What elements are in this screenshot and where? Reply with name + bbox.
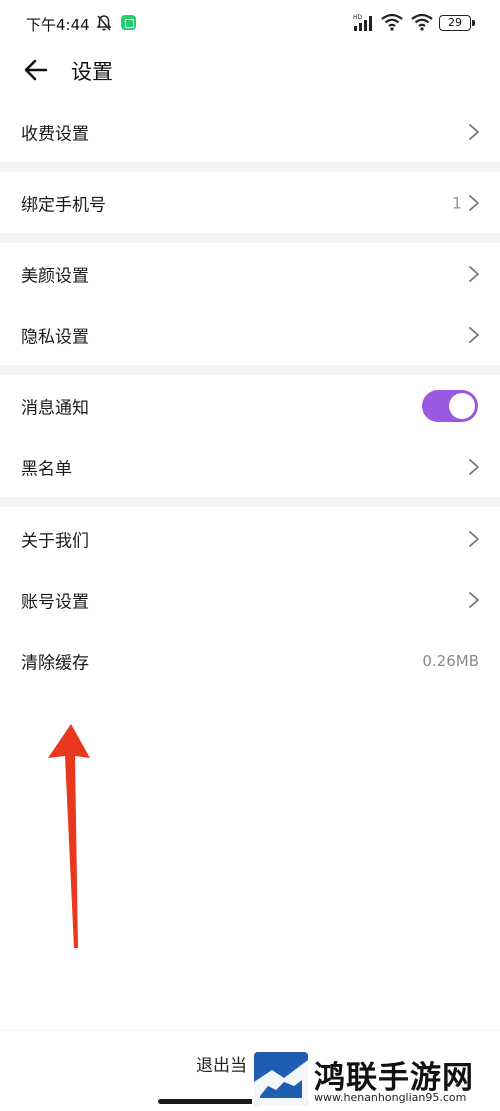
section-divider [0, 233, 500, 243]
arrow-left-icon[interactable] [22, 56, 50, 84]
chevron-right-icon [469, 530, 479, 547]
toggle-knob [449, 392, 475, 419]
settings-row-notifications: 消息通知 [0, 375, 500, 436]
settings-row-blacklist[interactable]: 黑名单 [0, 436, 500, 497]
section-divider [0, 497, 500, 507]
row-label: 消息通知 [21, 398, 89, 418]
header: 设置 [0, 48, 500, 96]
row-label: 美颜设置 [21, 266, 89, 286]
battery-icon: 29 [439, 15, 475, 31]
section-divider [0, 162, 500, 172]
watermark-url: www.henanhonglian95.com [314, 1091, 467, 1104]
settings-row-fee[interactable]: 收费设置 [0, 101, 500, 162]
chevron-right-icon [469, 591, 479, 608]
settings-row-clear-cache[interactable]: 清除缓存 0.26MB [0, 630, 500, 691]
chevron-right-icon [469, 458, 479, 475]
bell-off-icon [96, 15, 112, 31]
chevron-right-icon [469, 265, 479, 282]
chevron-right-icon [469, 326, 479, 343]
cache-size-value: 0.26MB [422, 651, 479, 670]
chevron-right-icon [469, 194, 479, 211]
settings-row-account[interactable]: 账号设置 [0, 569, 500, 630]
settings-row-privacy[interactable]: 隐私设置 [0, 304, 500, 365]
notifications-toggle[interactable] [422, 389, 478, 422]
watermark-logo-icon [254, 1052, 308, 1106]
row-label: 收费设置 [21, 124, 89, 144]
row-label: 绑定手机号 [21, 195, 106, 215]
logout-button[interactable]: 退出当 [196, 1051, 247, 1076]
annotation-arrow [48, 724, 90, 948]
wifi-icon [411, 13, 433, 31]
status-bar: 下午4:44 HD 29 [0, 0, 500, 48]
wifi-icon [381, 13, 403, 31]
svg-text:HD: HD [353, 14, 363, 21]
row-label: 隐私设置 [21, 327, 89, 347]
hd-signal-icon: HD [353, 14, 372, 31]
settings-row-beauty[interactable]: 美颜设置 [0, 243, 500, 304]
row-label: 账号设置 [21, 592, 89, 612]
watermark: 鸿联手游网 www.henanhonglian95.com [252, 1050, 500, 1108]
bound-phone-value: 1 [451, 193, 462, 212]
row-label: 关于我们 [21, 531, 89, 551]
settings-row-bind-phone[interactable]: 绑定手机号 1 [0, 172, 500, 233]
status-time: 下午4:44 [26, 16, 90, 34]
page-title: 设置 [71, 60, 113, 84]
app-notification-icon [121, 15, 136, 30]
row-label: 黑名单 [21, 459, 72, 479]
settings-row-about[interactable]: 关于我们 [0, 508, 500, 569]
chevron-right-icon [469, 123, 479, 140]
section-divider [0, 365, 500, 375]
row-label: 清除缓存 [21, 653, 89, 673]
